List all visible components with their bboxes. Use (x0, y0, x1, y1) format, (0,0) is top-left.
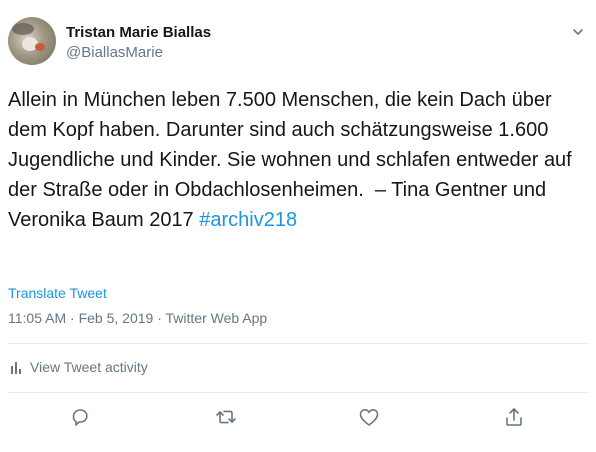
reply-button[interactable] (68, 405, 92, 429)
retweet-icon (216, 410, 236, 424)
author-display-name[interactable]: Tristan Marie Biallas (66, 24, 211, 41)
share-icon (506, 408, 522, 426)
author-handle[interactable]: @BiallasMarie (66, 44, 163, 61)
hashtag-link[interactable]: #archiv218 (199, 209, 297, 231)
avatar[interactable] (8, 17, 56, 65)
tweet-card: Tristan Marie Biallas @BiallasMarie Alle… (0, 0, 596, 452)
view-tweet-activity-button[interactable]: View Tweet activity (10, 359, 148, 375)
reply-icon (72, 409, 88, 426)
bar-chart-icon (11, 361, 21, 374)
like-button[interactable] (357, 405, 381, 429)
tweet-text: Allein in München leben 7.500 Menschen, … (8, 85, 590, 235)
avatar-shape (35, 43, 45, 51)
meta-separator: · (153, 310, 166, 326)
tweet-time[interactable]: 11:05 AM (8, 310, 66, 326)
share-button[interactable] (502, 405, 526, 429)
activity-label: View Tweet activity (30, 359, 148, 375)
tweet-meta: 11:05 AM · Feb 5, 2019 · Twitter Web App (8, 310, 267, 326)
retweet-button[interactable] (214, 405, 238, 429)
translate-tweet-link[interactable]: Translate Tweet (8, 285, 107, 301)
avatar-shape (12, 23, 34, 35)
tweet-date[interactable]: Feb 5, 2019 (79, 310, 154, 326)
heart-icon (359, 409, 379, 426)
chevron-down-icon (573, 29, 583, 35)
divider (8, 343, 588, 344)
more-options-button[interactable] (568, 24, 588, 40)
divider (8, 392, 588, 393)
meta-separator: · (66, 310, 79, 326)
tweet-source[interactable]: Twitter Web App (166, 310, 268, 326)
